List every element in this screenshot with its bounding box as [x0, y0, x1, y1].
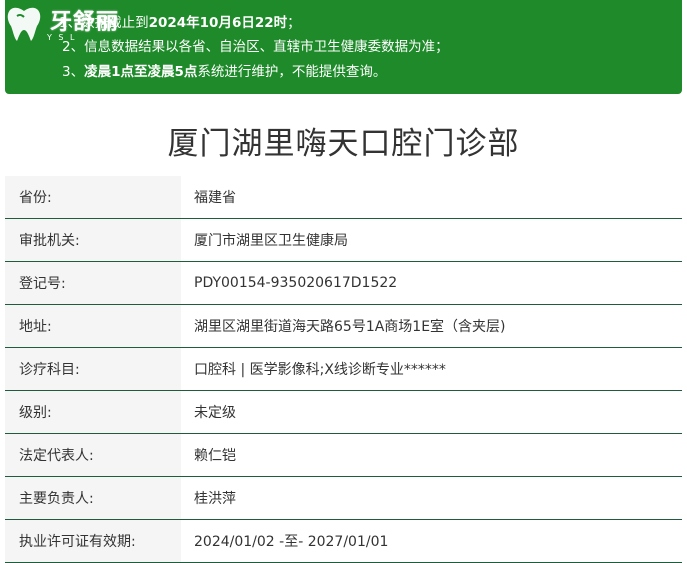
row-value: 2024/01/02 -至- 2027/01/01 [181, 519, 682, 563]
tooth-logo-icon [7, 7, 41, 41]
row-label: 法定代表人: [5, 433, 181, 477]
notice-line-3-suffix: 系统进行维护，不能提供查询。 [197, 64, 387, 80]
table-row: 审批机关: 厦门市湖里区卫生健康局 [5, 218, 682, 262]
table-row: 级别: 未定级 [5, 390, 682, 434]
row-value: PDY00154-935020617D1522 [181, 261, 682, 305]
notice-line-1-suffix: ； [287, 15, 301, 31]
brand-name: 牙舒丽 [50, 9, 120, 35]
row-value: 未定级 [181, 390, 682, 434]
notice-line-3-time: 凌晨1点至凌晨5点 [84, 64, 198, 80]
table-row: 执业许可证有效期: 2024/01/02 -至- 2027/01/01 [5, 519, 682, 563]
row-label: 省份: [5, 176, 181, 219]
row-label: 级别: [5, 390, 181, 434]
row-label: 诊疗科目: [5, 347, 181, 391]
table-row: 主要负责人: 桂洪萍 [5, 476, 682, 520]
table-row: 诊疗科目: 口腔科 | 医学影像科;X线诊断专业****** [5, 347, 682, 391]
row-label: 执业许可证有效期: [5, 519, 181, 563]
brand-logo: 牙舒丽 Y S L [0, 0, 130, 50]
row-label: 审批机关: [5, 218, 181, 262]
row-value: 福建省 [181, 176, 682, 219]
notice-line-3: 3、凌晨1点至凌晨5点系统进行维护，不能提供查询。 [62, 63, 386, 81]
row-value: 厦门市湖里区卫生健康局 [181, 218, 682, 262]
row-label: 登记号: [5, 261, 181, 305]
table-row: 省份: 福建省 [5, 176, 682, 219]
row-label: 地址: [5, 304, 181, 348]
row-value: 赖仁铠 [181, 433, 682, 477]
brand-sub: Y S L [47, 33, 77, 42]
row-label: 主要负责人: [5, 476, 181, 520]
row-value: 湖里区湖里街道海天路65号1A商场1E室（含夹层) [181, 304, 682, 348]
notice-line-3-prefix: 3、 [62, 64, 85, 80]
table-row: 登记号: PDY00154-935020617D1522 [5, 261, 682, 305]
page-title: 厦门湖里嗨天口腔门诊部 [167, 126, 520, 162]
clinic-info-table: 省份: 福建省 审批机关: 厦门市湖里区卫生健康局 登记号: PDY00154-935… [5, 176, 682, 563]
row-value: 口腔科 | 医学影像科;X线诊断专业****** [181, 347, 682, 391]
notice-line-1-date: 2024年10月6日22时 [148, 15, 288, 31]
row-value: 桂洪萍 [181, 476, 682, 520]
table-row: 法定代表人: 赖仁铠 [5, 433, 682, 477]
table-row: 地址: 湖里区湖里街道海天路65号1A商场1E室（含夹层) [5, 304, 682, 348]
